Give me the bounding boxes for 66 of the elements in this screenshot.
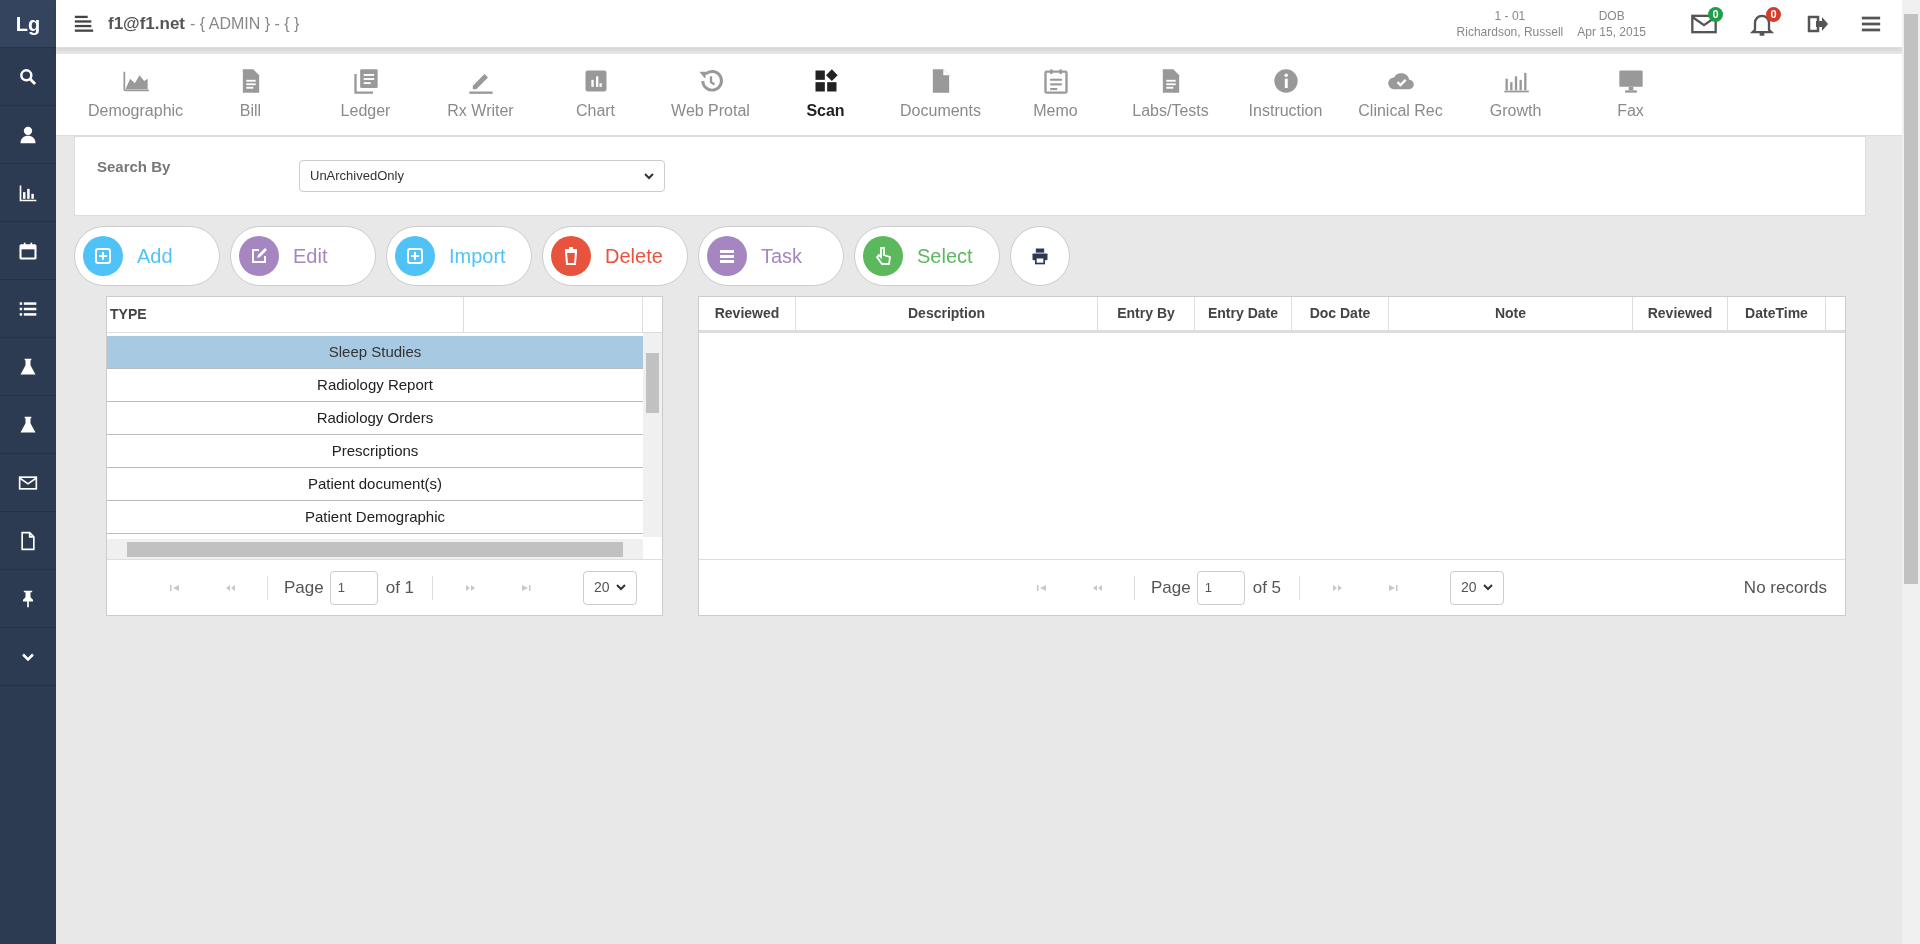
page-number-field[interactable]: 1 bbox=[1196, 570, 1245, 605]
ledger-icon bbox=[351, 66, 380, 95]
chevron-down-icon bbox=[1483, 584, 1494, 591]
user-email: f1@f1.net bbox=[108, 12, 186, 35]
column-header: DateTime bbox=[1745, 304, 1808, 323]
action-button[interactable]: Add bbox=[74, 226, 220, 286]
nav-tab[interactable]: Fax bbox=[1573, 59, 1688, 130]
nav-tab[interactable]: Bill bbox=[193, 59, 308, 130]
nav-tab[interactable]: Memo bbox=[998, 59, 1113, 130]
page-number-field[interactable]: 1 bbox=[329, 570, 378, 605]
page-label: Page bbox=[284, 576, 324, 599]
document-type-row[interactable]: Sleep Studies bbox=[107, 336, 643, 369]
flask-icon[interactable] bbox=[18, 356, 38, 377]
app-logo: Lg bbox=[0, 0, 56, 48]
nav-tab[interactable]: Demographic bbox=[78, 59, 193, 130]
info-icon bbox=[1271, 66, 1300, 95]
file-icon[interactable] bbox=[18, 530, 38, 551]
flask-icon[interactable] bbox=[18, 414, 38, 435]
column-header: TYPE bbox=[110, 305, 147, 324]
patient-name: Richardson, Russell bbox=[1456, 23, 1564, 40]
horizontal-scrollbar[interactable] bbox=[107, 539, 643, 559]
patient-id: 1 - 01 bbox=[1494, 7, 1526, 24]
column-header: Note bbox=[1494, 304, 1527, 323]
admin-context: - { ADMIN } - { } bbox=[190, 13, 300, 34]
page-label: Page bbox=[1151, 576, 1191, 599]
action-button[interactable]: Task bbox=[698, 226, 844, 286]
column-header: Doc Date bbox=[1309, 304, 1371, 323]
column-header: Reviewed bbox=[1647, 304, 1713, 323]
nav-tab[interactable]: Web Protal bbox=[653, 59, 768, 130]
page-size-dropdown[interactable]: 20 bbox=[583, 570, 638, 605]
action-button[interactable]: Edit bbox=[230, 226, 376, 286]
nav-tab[interactable]: Ledger bbox=[308, 59, 423, 130]
nav-tab[interactable]: Instruction bbox=[1228, 59, 1343, 130]
chevron-down-icon bbox=[644, 172, 654, 180]
mail-count-badge: 0 bbox=[1708, 6, 1723, 22]
column-header: Reviewed bbox=[714, 304, 780, 323]
action-button[interactable]: Select bbox=[854, 226, 1000, 286]
nav-tab[interactable]: Scan bbox=[768, 59, 883, 130]
dob-label: DOB bbox=[1598, 7, 1625, 24]
calendar-icon[interactable] bbox=[18, 240, 38, 261]
nav-tab[interactable]: Chart bbox=[538, 59, 653, 130]
column-header: Entry Date bbox=[1208, 304, 1278, 323]
dob-date: Apr 15, 2015 bbox=[1577, 23, 1646, 40]
printer-icon bbox=[1030, 246, 1050, 266]
user-icon[interactable] bbox=[18, 124, 38, 145]
nav-tab[interactable]: Rx Writer bbox=[423, 59, 538, 130]
search-icon[interactable] bbox=[18, 66, 38, 87]
vertical-scrollbar[interactable] bbox=[643, 333, 662, 537]
nav-tab[interactable]: Labs/Tests bbox=[1113, 59, 1228, 130]
search-by-dropdown[interactable]: UnArchivedOnly bbox=[299, 160, 665, 192]
nav-tab[interactable]: Growth bbox=[1458, 59, 1573, 130]
calendar-icon bbox=[1041, 66, 1070, 95]
nav-tab[interactable]: Clinical Rec bbox=[1343, 59, 1458, 130]
action-button[interactable]: Delete bbox=[542, 226, 688, 286]
page-count: of 1 bbox=[385, 576, 415, 599]
records-status: No records bbox=[1743, 576, 1827, 599]
nav-tab[interactable]: Documents bbox=[883, 59, 998, 130]
chevron-down-icon bbox=[616, 584, 627, 591]
alert-count-badge: 0 bbox=[1766, 6, 1781, 22]
column-header: Description bbox=[908, 304, 985, 323]
page-count: of 5 bbox=[1252, 576, 1282, 599]
action-button[interactable]: Import bbox=[386, 226, 532, 286]
column-header: Entry By bbox=[1117, 304, 1175, 323]
scrollbar-thumb[interactable] bbox=[1904, 14, 1918, 584]
search-label: Search By bbox=[97, 156, 172, 177]
page-size-dropdown[interactable]: 20 bbox=[1450, 570, 1505, 605]
